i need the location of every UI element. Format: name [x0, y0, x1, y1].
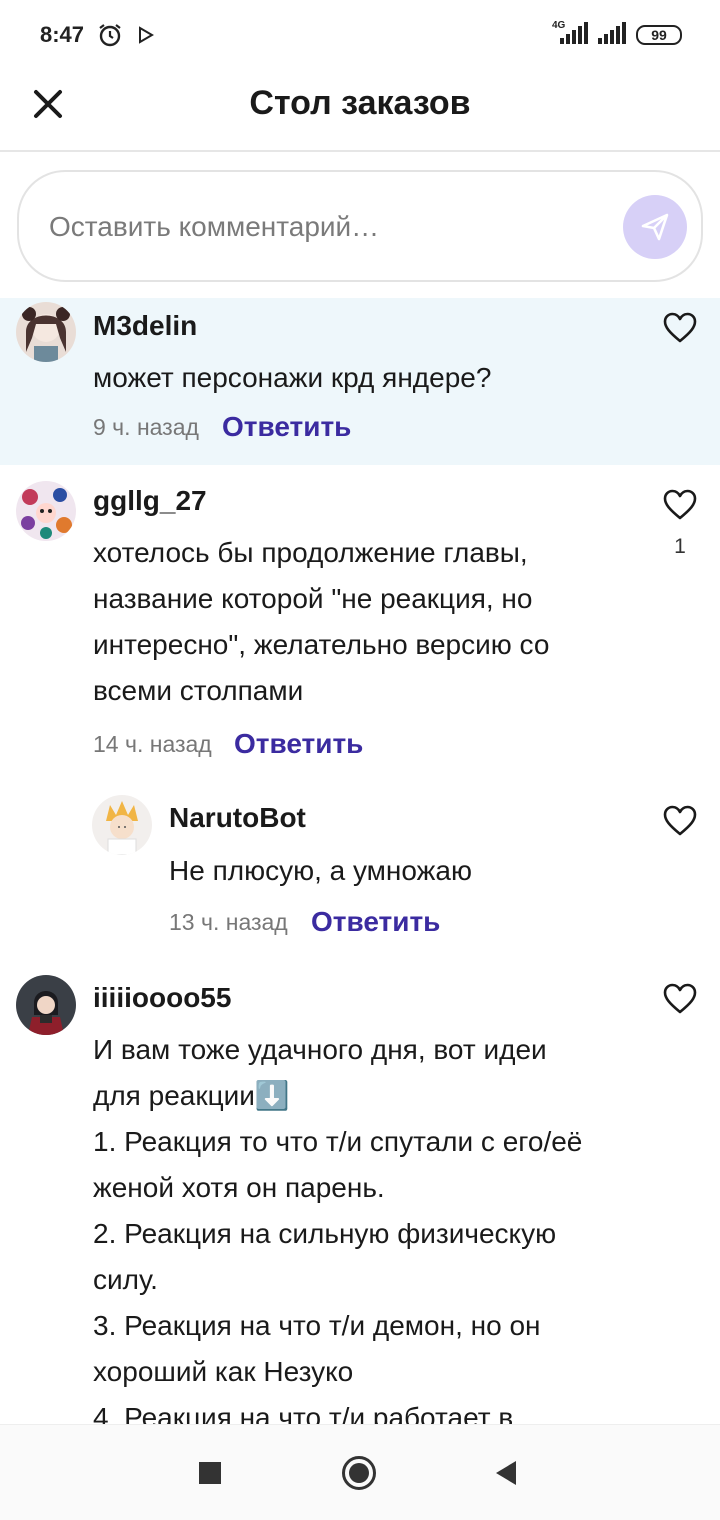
like-button[interactable]	[663, 489, 697, 521]
like-button[interactable]	[663, 983, 697, 1015]
alarm-icon	[97, 22, 123, 53]
system-nav-bar	[0, 1424, 720, 1520]
reply-username[interactable]: NarutoBot	[169, 802, 306, 834]
heart-icon	[663, 983, 697, 1014]
comment-text: может персонажи крд яндере?	[93, 362, 492, 393]
play-store-icon	[138, 26, 154, 49]
reply-button[interactable]: Ответить	[222, 411, 351, 443]
home-button[interactable]	[341, 1455, 377, 1496]
status-time: 8:47	[40, 22, 85, 47]
back-button[interactable]	[494, 1459, 518, 1492]
page-title: Стол заказов	[249, 84, 471, 122]
heart-icon	[663, 312, 697, 343]
comment-username[interactable]: ggllg_27	[93, 485, 207, 517]
reply-button[interactable]: Ответить	[311, 906, 440, 938]
comment-username[interactable]: M3delin	[93, 310, 197, 342]
recent-apps-button[interactable]	[198, 1461, 222, 1490]
back-icon	[496, 1461, 516, 1485]
reply-text: Не плюсую, а умножаю	[169, 855, 472, 886]
avatar[interactable]	[16, 302, 76, 362]
reply-button[interactable]: Ответить	[234, 728, 363, 760]
comment-input[interactable]	[49, 202, 609, 252]
send-button[interactable]	[623, 195, 687, 259]
comment-text: И вам тоже удачного дня, вот идеи для ре…	[93, 1034, 583, 1424]
recent-apps-icon	[199, 1462, 221, 1484]
comment-time: 9 ч. назад	[93, 414, 199, 440]
heart-icon	[663, 489, 697, 520]
like-button[interactable]	[663, 312, 697, 344]
reply-time: 13 ч. назад	[169, 909, 288, 935]
comment-username[interactable]: iiiiioooo55	[93, 982, 231, 1014]
battery-icon: 99	[636, 25, 682, 45]
comment-time: 14 ч. назад	[93, 731, 212, 757]
avatar[interactable]	[16, 975, 76, 1035]
like-count: 1	[674, 535, 686, 558]
status-bar: 8:47 4G 99	[0, 0, 720, 70]
heart-icon	[663, 805, 697, 836]
like-button[interactable]	[663, 805, 697, 837]
header: Стол заказов	[0, 70, 720, 152]
avatar[interactable]	[16, 481, 76, 541]
comment-item: M3delin может персонажи крд яндере? 9 ч.…	[0, 298, 720, 465]
signal-icon	[596, 20, 628, 51]
comment-item: iiiiioooo55 И вам тоже удачного дня, вот…	[0, 965, 720, 1424]
comment-composer	[17, 170, 703, 282]
signal-icon: 4G	[550, 20, 590, 51]
comment-item: ggllg_27 хотелось бы продолжение главы, …	[0, 465, 720, 965]
network-type: 4G	[552, 20, 566, 31]
home-icon	[342, 1456, 376, 1490]
avatar[interactable]	[92, 795, 152, 855]
comment-text: хотелось бы продолжение главы, название …	[93, 537, 550, 706]
send-icon	[641, 213, 669, 241]
battery-level: 99	[651, 27, 667, 43]
